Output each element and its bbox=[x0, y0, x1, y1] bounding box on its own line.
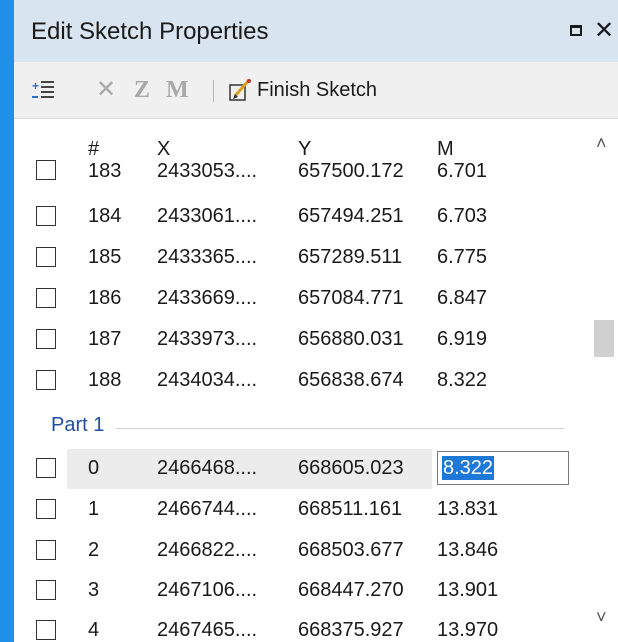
cell-number: 4 bbox=[88, 619, 100, 641]
svg-text:+: + bbox=[32, 79, 39, 93]
cell-y: 657289.511 bbox=[298, 246, 403, 268]
cell-x: 2434034.... bbox=[157, 369, 258, 391]
insert-vertex-icon: + bbox=[32, 79, 54, 98]
cell-y: 668605.023 bbox=[298, 457, 404, 479]
cell-x: 2466822.... bbox=[157, 539, 258, 561]
table-row[interactable]: 186 2433669.... 657084.771 6.847 bbox=[14, 279, 574, 319]
row-checkbox[interactable] bbox=[36, 160, 56, 180]
toolbar-separator bbox=[213, 80, 214, 102]
vertical-scrollbar[interactable]: ˄ ˅ bbox=[589, 119, 618, 642]
row-checkbox[interactable] bbox=[36, 370, 56, 390]
cell-x: 2466744.... bbox=[157, 498, 258, 520]
row-checkbox[interactable] bbox=[36, 580, 56, 600]
scrollbar-thumb[interactable] bbox=[594, 320, 614, 357]
title-bar: Edit Sketch Properties ✕ bbox=[14, 0, 618, 62]
cell-y: 656880.031 bbox=[298, 328, 404, 350]
cell-x: 2467106.... bbox=[157, 579, 258, 601]
cell-m[interactable]: 13.846 bbox=[437, 539, 498, 562]
delete-vertex-button[interactable]: ✕ bbox=[96, 76, 116, 104]
table-row[interactable]: 183 2433053.... 657500.172 6.701 bbox=[14, 157, 574, 197]
table-row[interactable]: 185 2433365.... 657289.511 6.775 bbox=[14, 238, 574, 278]
restore-icon bbox=[570, 25, 582, 36]
cell-number: 184 bbox=[88, 205, 122, 227]
edit-sketch-properties-window: Edit Sketch Properties ✕ + ✕ Z M Finish … bbox=[14, 0, 618, 642]
row-checkbox[interactable] bbox=[36, 540, 56, 560]
cell-number: 187 bbox=[88, 328, 122, 350]
cell-number: 2 bbox=[88, 539, 100, 561]
row-checkbox[interactable] bbox=[36, 288, 56, 308]
cell-m[interactable]: 13.901 bbox=[437, 579, 498, 602]
table-row[interactable]: 2 2466822.... 668503.677 13.846 bbox=[14, 531, 574, 571]
table-row[interactable]: 4 2467465.... 668375.927 13.970 bbox=[14, 611, 574, 642]
cell-y: 668447.270 bbox=[298, 579, 404, 601]
cell-x: 2467465.... bbox=[157, 619, 258, 641]
part-divider bbox=[116, 428, 564, 429]
cell-y: 657494.251 bbox=[298, 205, 404, 227]
close-icon: ✕ bbox=[594, 17, 615, 44]
insert-vertex-button[interactable]: + bbox=[32, 78, 58, 106]
cell-x: 2433669.... bbox=[157, 287, 258, 309]
cell-m[interactable]: 6.847 bbox=[437, 287, 487, 310]
cell-m[interactable]: 13.970 bbox=[437, 619, 498, 642]
vertex-grid: # X Y M 183 2433053.... 657500.172 6.701… bbox=[14, 119, 618, 642]
cell-m[interactable]: 6.703 bbox=[437, 205, 487, 228]
m-value-selected-text[interactable]: 8.322 bbox=[442, 456, 495, 480]
finish-sketch-icon bbox=[229, 79, 251, 101]
scroll-down-icon[interactable]: ˅ bbox=[596, 607, 607, 628]
cell-y: 656838.674 bbox=[298, 369, 404, 391]
row-checkbox[interactable] bbox=[36, 247, 56, 267]
cell-y: 668375.927 bbox=[298, 619, 404, 641]
cell-x: 2433365.... bbox=[157, 246, 258, 268]
row-checkbox[interactable] bbox=[36, 206, 56, 226]
cell-m[interactable]: 6.775 bbox=[437, 246, 487, 269]
cell-number: 1 bbox=[88, 498, 100, 520]
cell-y: 657084.771 bbox=[298, 287, 404, 309]
table-row[interactable]: 184 2433061.... 657494.251 6.703 bbox=[14, 197, 574, 237]
m-values-button[interactable]: M bbox=[166, 76, 189, 104]
cell-y: 668503.677 bbox=[298, 539, 404, 561]
m-value-edit-field[interactable]: 8.322 bbox=[437, 451, 569, 485]
part-group-header: Part 1 bbox=[14, 406, 574, 446]
close-button[interactable]: ✕ bbox=[594, 17, 616, 44]
cell-m[interactable]: 6.919 bbox=[437, 328, 487, 351]
cell-x: 2433061.... bbox=[157, 205, 258, 227]
cell-number: 3 bbox=[88, 579, 100, 601]
row-checkbox[interactable] bbox=[36, 499, 56, 519]
cell-x: 2466468.... bbox=[157, 457, 258, 479]
scroll-up-icon[interactable]: ˄ bbox=[596, 133, 607, 154]
restore-button[interactable] bbox=[566, 20, 588, 42]
finish-sketch-label: Finish Sketch bbox=[257, 78, 378, 101]
cell-m[interactable]: 13.831 bbox=[437, 498, 498, 521]
cell-number: 185 bbox=[88, 246, 122, 268]
table-row[interactable]: 188 2434034.... 656838.674 8.322 bbox=[14, 361, 574, 401]
window-title: Edit Sketch Properties bbox=[31, 18, 269, 45]
cell-number: 188 bbox=[88, 369, 122, 391]
row-checkbox[interactable] bbox=[36, 620, 56, 640]
toolbar: + ✕ Z M Finish Sketch bbox=[14, 62, 618, 119]
cell-m[interactable]: 8.322 bbox=[437, 369, 487, 392]
row-checkbox[interactable] bbox=[36, 458, 56, 478]
z-values-button[interactable]: Z bbox=[134, 76, 150, 104]
table-row[interactable]: 3 2467106.... 668447.270 13.901 bbox=[14, 571, 574, 611]
delete-icon: ✕ bbox=[96, 76, 117, 103]
row-checkbox[interactable] bbox=[36, 329, 56, 349]
finish-sketch-button[interactable]: Finish Sketch bbox=[227, 76, 377, 104]
cell-x: 2433053.... bbox=[157, 160, 258, 182]
part-label: Part 1 bbox=[51, 414, 105, 436]
cell-y: 657500.172 bbox=[298, 160, 404, 182]
table-row[interactable]: 0 2466468.... 668605.023 8.322 bbox=[14, 449, 574, 489]
cell-number: 186 bbox=[88, 287, 122, 309]
table-row[interactable]: 1 2466744.... 668511.161 13.831 bbox=[14, 490, 574, 530]
cell-number: 183 bbox=[88, 160, 122, 182]
cell-x: 2433973.... bbox=[157, 328, 258, 350]
cell-m[interactable]: 6.701 bbox=[437, 160, 487, 183]
cell-y: 668511.161 bbox=[298, 498, 403, 520]
cell-number: 0 bbox=[88, 457, 100, 479]
table-row[interactable]: 187 2433973.... 656880.031 6.919 bbox=[14, 320, 574, 360]
